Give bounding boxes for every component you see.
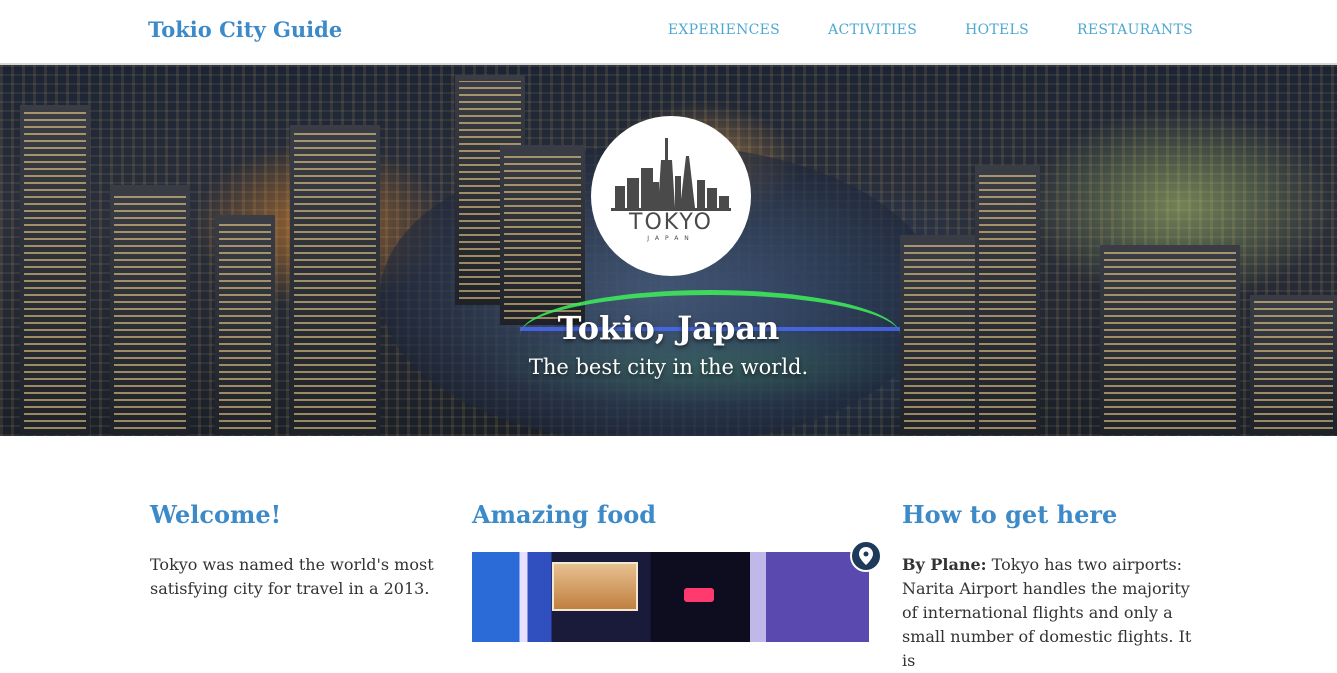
nav-link-experiences[interactable]: EXPERIENCES bbox=[668, 22, 780, 38]
hero-building bbox=[20, 105, 90, 435]
welcome-section: Welcome! Tokyo was named the world's mos… bbox=[150, 500, 440, 601]
hero-title: Tokio, Japan bbox=[557, 309, 780, 347]
tokyo-skyline-icon: TOKYO JAPAN bbox=[611, 138, 731, 242]
hero-building bbox=[975, 165, 1040, 435]
logo-text: TOKYO bbox=[628, 210, 713, 235]
getting-here-heading: How to get here bbox=[902, 500, 1118, 529]
nav-link-hotels[interactable]: HOTELS bbox=[965, 22, 1029, 38]
getting-here-section: How to get here By Plane: Tokyo has two … bbox=[902, 500, 1202, 673]
food-image-storefront bbox=[552, 562, 638, 611]
food-image-sign bbox=[684, 588, 714, 602]
nav-link-activities[interactable]: ACTIVITIES bbox=[828, 22, 917, 38]
hero-building bbox=[500, 145, 585, 325]
site-brand[interactable]: Tokio City Guide bbox=[148, 17, 342, 42]
welcome-text: Tokyo was named the world's most satisfy… bbox=[150, 555, 434, 598]
hero-building bbox=[290, 125, 380, 435]
nav-link-restaurants[interactable]: RESTAURANTS bbox=[1077, 22, 1193, 38]
top-navbar: Tokio City Guide EXPERIENCES ACTIVITIES … bbox=[0, 0, 1337, 65]
getting-here-text: By Plane: Tokyo has two airports: Narita… bbox=[902, 553, 1202, 673]
food-heading: Amazing food bbox=[472, 500, 657, 529]
welcome-heading: Welcome! bbox=[150, 500, 282, 529]
location-pin-icon[interactable] bbox=[850, 540, 882, 572]
food-section: Amazing food bbox=[472, 500, 882, 642]
logo-subtext: JAPAN bbox=[646, 235, 695, 242]
food-image[interactable] bbox=[472, 552, 869, 642]
tokyo-logo: TOKYO JAPAN bbox=[591, 116, 751, 276]
by-plane-label: By Plane: bbox=[902, 555, 987, 574]
hero-subtitle: The best city in the world. bbox=[528, 355, 809, 379]
nav-menu: EXPERIENCES ACTIVITIES HOTELS RESTAURANT… bbox=[668, 22, 1193, 38]
hero-banner: TOKYO JAPAN Tokio, Japan The best city i… bbox=[0, 65, 1337, 436]
